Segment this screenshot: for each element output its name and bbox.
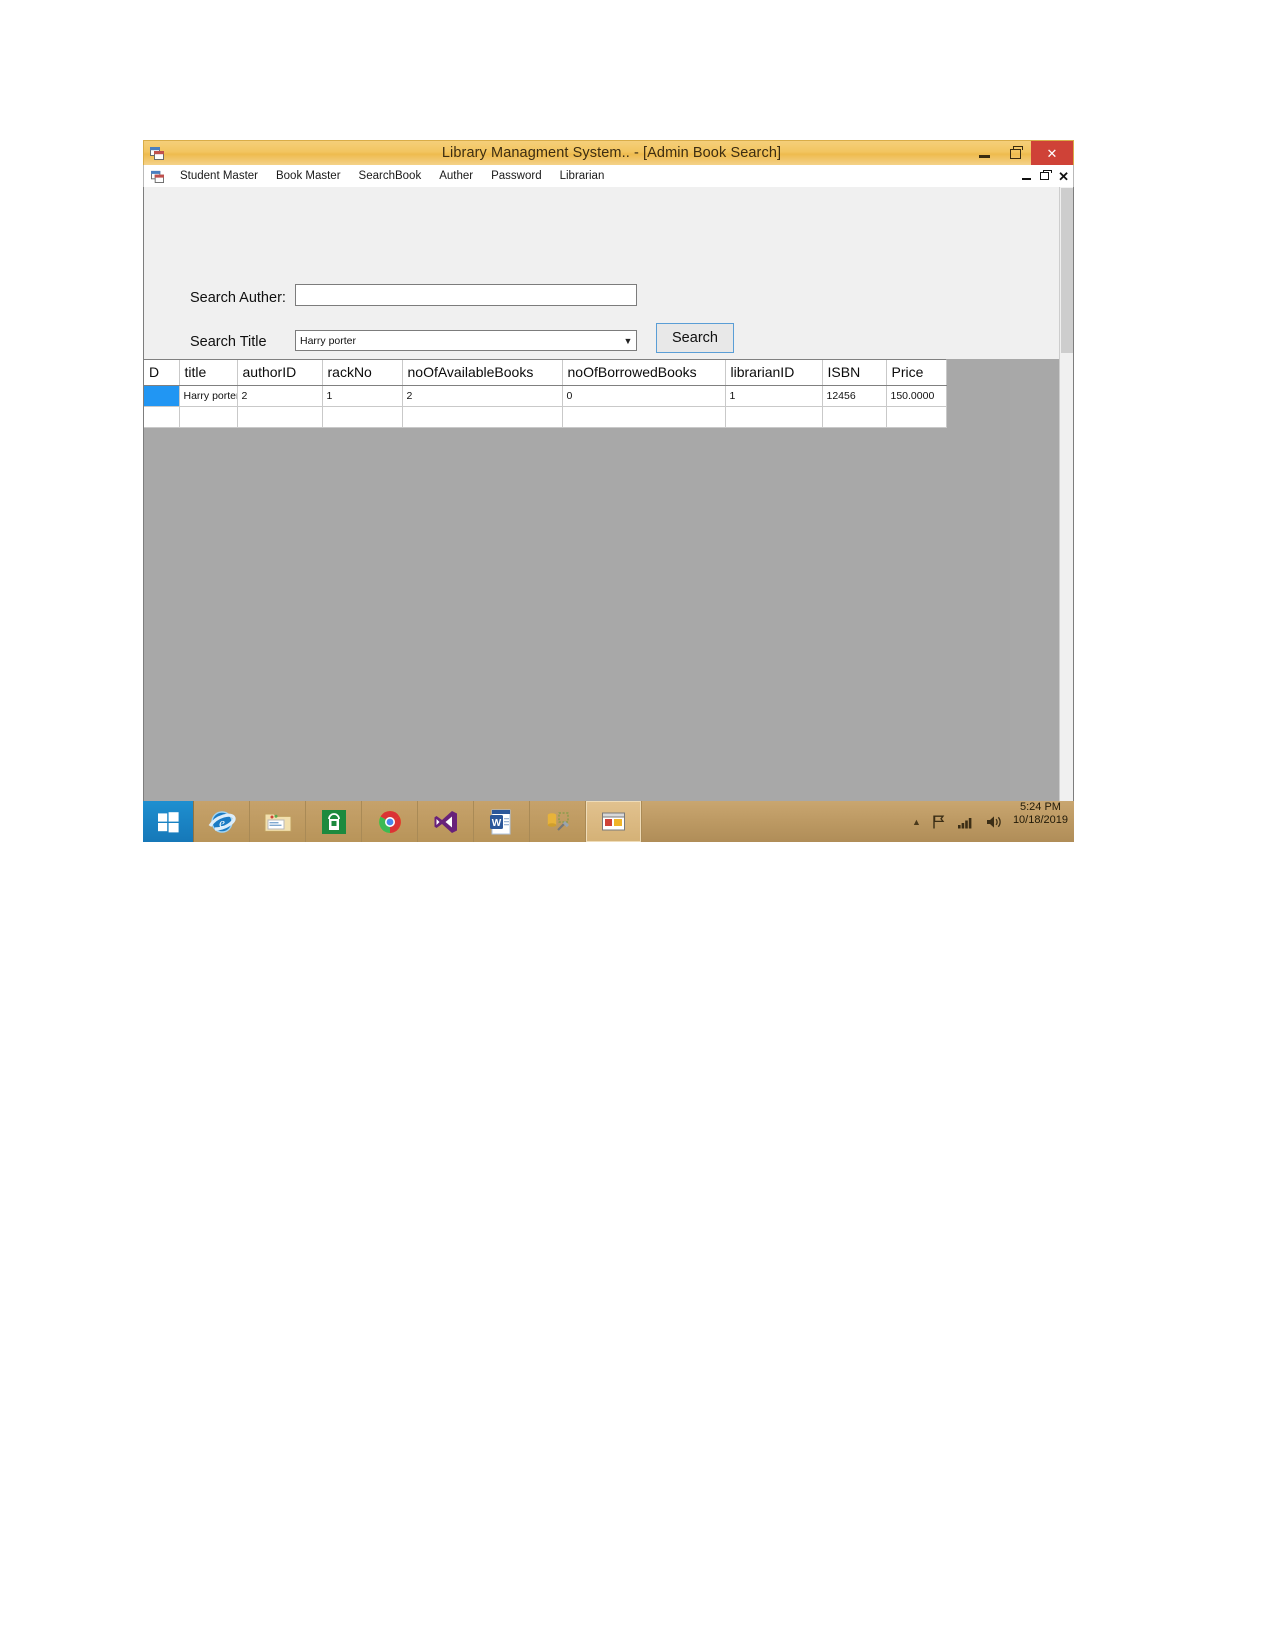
taskbar-windows-store[interactable] bbox=[306, 801, 362, 842]
word-icon: W bbox=[489, 809, 510, 834]
cell-noofavailablebooks[interactable]: 2 bbox=[402, 385, 563, 407]
chrome-icon bbox=[378, 810, 401, 833]
cell-noofborrowedbooks[interactable]: 0 bbox=[562, 385, 726, 407]
column-header-rackno[interactable]: rackNo bbox=[322, 360, 403, 386]
new-cell-authorid[interactable] bbox=[237, 406, 323, 428]
search-title-label: Search Title bbox=[190, 334, 267, 350]
taskbar-microsoft-word[interactable]: W bbox=[474, 801, 530, 842]
volume-icon[interactable] bbox=[985, 814, 1003, 830]
search-auther-input[interactable] bbox=[295, 284, 637, 306]
form-icon bbox=[151, 170, 164, 183]
taskbar-library-app[interactable] bbox=[586, 801, 642, 842]
cell-isbn[interactable]: 12456 bbox=[822, 385, 887, 407]
column-header-noofavailablebooks[interactable]: noOfAvailableBooks bbox=[402, 360, 563, 386]
system-tray: ▲ bbox=[912, 801, 1009, 842]
taskbar: e W ▲ 5:24 PM 10/18/2019 bbox=[143, 801, 1074, 842]
cell-authorid[interactable]: 2 bbox=[237, 385, 323, 407]
clock-time: 5:24 PM bbox=[1019, 801, 1061, 813]
mdi-client-area: Search Auther: Search Title Harry porter… bbox=[143, 187, 1074, 820]
search-panel: Search Auther: Search Title Harry porter… bbox=[144, 187, 1061, 359]
sql-tool-icon bbox=[547, 812, 569, 831]
restore-icon bbox=[1040, 169, 1053, 180]
column-header-isbn[interactable]: ISBN bbox=[822, 360, 887, 386]
start-button[interactable] bbox=[143, 801, 194, 842]
table-header-row: Dtitle authorID rackNo noOfAvailableBooks no… bbox=[144, 360, 947, 386]
new-cell-librarianid[interactable] bbox=[725, 406, 823, 428]
menu-item-book-master[interactable]: Book Master bbox=[267, 168, 350, 184]
table-new-row[interactable] bbox=[144, 406, 947, 428]
clock-date: 10/18/2019 bbox=[1012, 814, 1068, 826]
screenshot-root: Library Managment System.. - [Admin Book… bbox=[0, 0, 1275, 1651]
title-bar: Library Managment System.. - [Admin Book… bbox=[143, 140, 1074, 166]
window-controls: ✕ bbox=[969, 141, 1073, 166]
search-auther-label: Search Auther: bbox=[190, 290, 286, 306]
new-cell-bookid[interactable] bbox=[144, 406, 180, 428]
taskbar-file-explorer[interactable] bbox=[250, 801, 306, 842]
column-header-price[interactable]: Price bbox=[886, 360, 947, 386]
svg-text:W: W bbox=[491, 818, 501, 829]
taskbar-google-chrome[interactable] bbox=[362, 801, 418, 842]
cell-bookid[interactable] bbox=[144, 385, 180, 407]
mdi-close-button[interactable]: ✕ bbox=[1058, 170, 1069, 183]
menu-item-librarian[interactable]: Librarian bbox=[551, 168, 614, 184]
maximize-icon bbox=[1010, 145, 1023, 159]
vertical-scrollbar[interactable] bbox=[1059, 187, 1073, 818]
new-cell-price[interactable] bbox=[886, 406, 947, 428]
visual-studio-icon bbox=[434, 810, 457, 833]
form-icon bbox=[150, 146, 164, 160]
book-results-grid: Dtitle authorID rackNo noOfAvailableBooks no… bbox=[144, 359, 947, 428]
new-cell-isbn[interactable] bbox=[822, 406, 887, 428]
window-title: Library Managment System.. - [Admin Book… bbox=[441, 145, 782, 161]
new-cell-rackno[interactable] bbox=[322, 406, 403, 428]
table-row[interactable]: Harry porter 2 1 2 0 1 12456 150.0000 bbox=[144, 385, 947, 407]
column-header-bookid[interactable]: D bbox=[144, 360, 180, 386]
mdi-minimize-button[interactable] bbox=[1022, 172, 1032, 180]
column-header-noofborrowedbooks[interactable]: noOfBorrowedBooks bbox=[562, 360, 726, 386]
menu-item-searchbook[interactable]: SearchBook bbox=[350, 168, 431, 184]
mdi-child-controls: ✕ bbox=[1022, 165, 1069, 187]
column-header-librarianid[interactable]: librarianID bbox=[725, 360, 823, 386]
chevron-down-icon: ▼ bbox=[623, 335, 633, 346]
form-icon bbox=[601, 812, 625, 830]
show-hidden-icons-button[interactable]: ▲ bbox=[912, 817, 921, 827]
taskbar-empty-space bbox=[642, 801, 912, 842]
menu-bar: Student Master Book Master SearchBook Au… bbox=[143, 165, 1074, 187]
windows-logo-icon bbox=[158, 811, 179, 832]
search-button[interactable]: Search bbox=[656, 323, 734, 353]
taskbar-visual-studio[interactable] bbox=[418, 801, 474, 842]
taskbar-sql-tool[interactable] bbox=[530, 801, 586, 842]
application-window: Library Managment System.. - [Admin Book… bbox=[143, 140, 1074, 842]
search-title-combobox[interactable]: Harry porter ▼ bbox=[295, 330, 637, 351]
menu-item-auther[interactable]: Auther bbox=[430, 168, 482, 184]
taskbar-clock[interactable]: 5:24 PM 10/18/2019 bbox=[1009, 801, 1074, 842]
cell-price[interactable]: 150.0000 bbox=[886, 385, 947, 407]
menu-item-student-master[interactable]: Student Master bbox=[171, 168, 267, 184]
search-title-selected-value: Harry porter bbox=[300, 334, 357, 347]
maximize-button[interactable] bbox=[1000, 141, 1031, 166]
results-table: Dtitle authorID rackNo noOfAvailableBooks no… bbox=[144, 360, 947, 428]
close-button[interactable]: ✕ bbox=[1031, 141, 1073, 166]
internet-explorer-icon: e bbox=[208, 810, 236, 833]
taskbar-internet-explorer[interactable]: e bbox=[194, 801, 250, 842]
new-cell-noofborrowedbooks[interactable] bbox=[562, 406, 726, 428]
svg-text:e: e bbox=[219, 815, 225, 830]
windows-store-icon bbox=[321, 809, 346, 834]
minimize-icon bbox=[979, 155, 990, 158]
network-icon[interactable] bbox=[957, 814, 975, 830]
menu-item-password[interactable]: Password bbox=[482, 168, 551, 184]
minimize-icon bbox=[1022, 178, 1032, 180]
new-cell-title[interactable] bbox=[179, 406, 238, 428]
column-header-title[interactable]: title bbox=[179, 360, 238, 386]
new-cell-noofavailablebooks[interactable] bbox=[402, 406, 563, 428]
cell-rackno[interactable]: 1 bbox=[322, 385, 403, 407]
column-header-authorid[interactable]: authorID bbox=[237, 360, 323, 386]
minimize-button[interactable] bbox=[969, 141, 1000, 166]
action-center-icon[interactable] bbox=[931, 814, 947, 830]
cell-title[interactable]: Harry porter bbox=[179, 385, 238, 407]
file-explorer-icon bbox=[264, 813, 291, 832]
scrollbar-thumb[interactable] bbox=[1061, 188, 1073, 353]
cell-librarianid[interactable]: 1 bbox=[725, 385, 823, 407]
mdi-restore-button[interactable] bbox=[1040, 169, 1053, 180]
